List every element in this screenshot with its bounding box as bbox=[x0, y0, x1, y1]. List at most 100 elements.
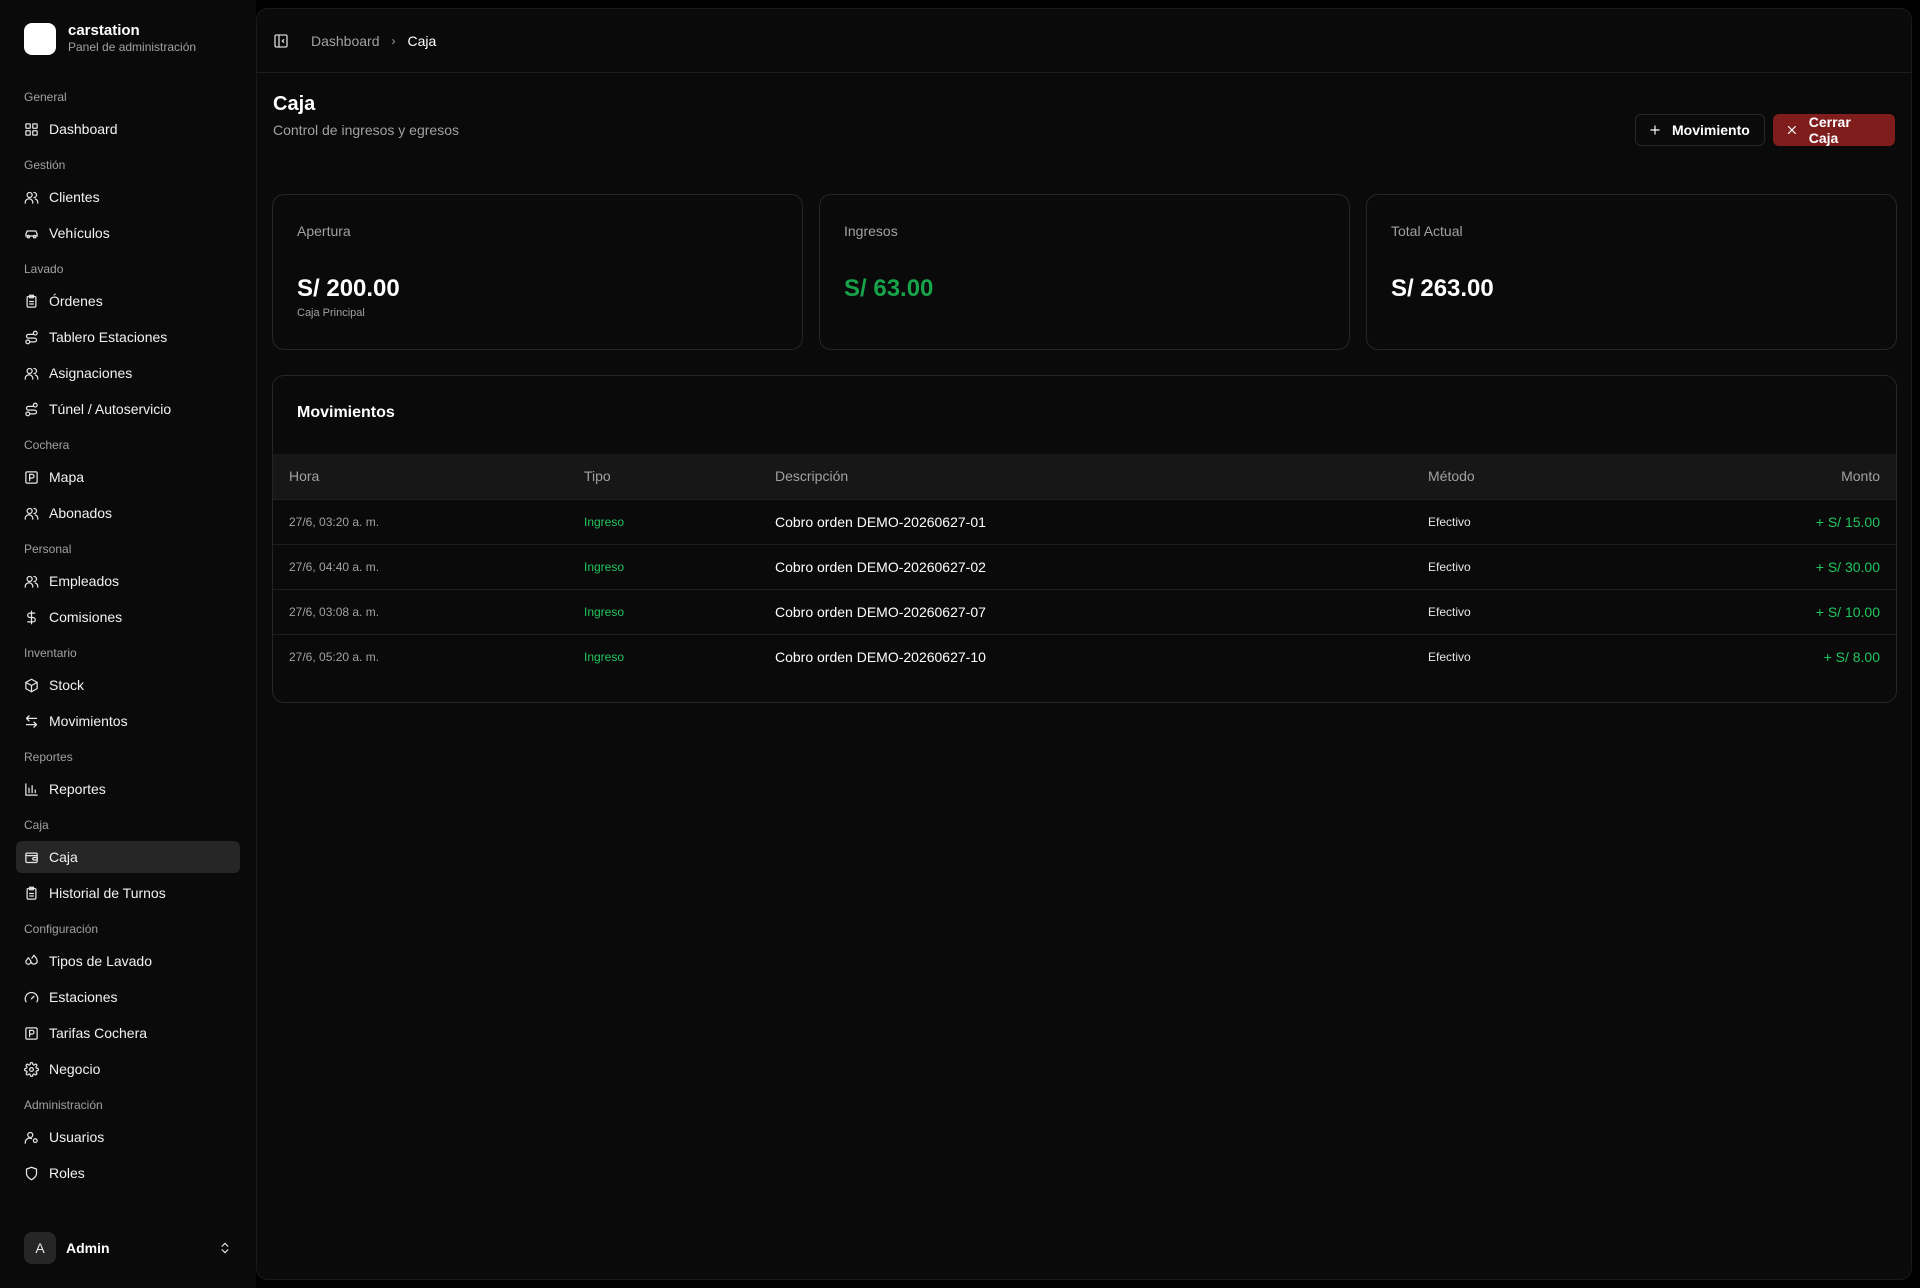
card-value: S/ 263.00 bbox=[1391, 275, 1494, 302]
sidebar-item-label: Asignaciones bbox=[49, 365, 133, 381]
sidebar-item-label: Negocio bbox=[49, 1061, 101, 1077]
cell-hora: 27/6, 04:40 a. m. bbox=[289, 559, 380, 574]
page-title: Caja bbox=[273, 93, 316, 115]
brand-name: carstation bbox=[68, 22, 140, 39]
car-icon bbox=[25, 229, 38, 238]
sidebar-item-tablero-estaciones[interactable]: Tablero Estaciones bbox=[16, 321, 240, 353]
movements-title: Movimientos bbox=[297, 404, 395, 421]
brand-logo bbox=[24, 22, 56, 55]
user-name: Admin bbox=[66, 1240, 110, 1256]
sidebar-group-administracion: Administración Usuarios Roles bbox=[16, 1089, 240, 1189]
droplets-icon bbox=[25, 954, 38, 965]
column-header-tipo: Tipo bbox=[584, 468, 611, 485]
sidebar-item-label: Historial de Turnos bbox=[49, 885, 166, 901]
sidebar-item-estaciones[interactable]: Estaciones bbox=[16, 981, 240, 1013]
clipboard-icon bbox=[26, 294, 37, 308]
table-row: 27/6, 05:20 a. m. Ingreso Cobro orden DE… bbox=[273, 634, 1896, 679]
cell-metodo: Efectivo bbox=[1428, 604, 1471, 619]
sidebar-item-movimientos[interactable]: Movimientos bbox=[16, 705, 240, 737]
arrows-icon bbox=[25, 714, 38, 728]
breadcrumb-current: Caja bbox=[407, 32, 437, 49]
chevrons-up-down-icon bbox=[221, 1242, 229, 1254]
cell-descripcion: Cobro orden DEMO-20260627-02 bbox=[775, 558, 986, 575]
sidebar-item-caja[interactable]: Caja bbox=[16, 841, 240, 873]
sidebar-item-label: Abonados bbox=[49, 505, 113, 521]
sidebar-group-label: Gestión bbox=[24, 158, 66, 172]
route-icon bbox=[25, 330, 38, 344]
add-movement-button[interactable]: Movimiento bbox=[1635, 114, 1765, 146]
column-header-descripcion: Descripción bbox=[775, 468, 849, 485]
sidebar-group-label: Configuración bbox=[24, 922, 99, 936]
sidebar-item-tarifas-cochera[interactable]: Tarifas Cochera bbox=[16, 1017, 240, 1049]
sidebar-item-comisiones[interactable]: Comisiones bbox=[16, 601, 240, 633]
user-menu[interactable]: A Admin bbox=[16, 1228, 240, 1268]
route-icon bbox=[25, 402, 38, 416]
sidebar-item-tipos-de-lavado[interactable]: Tipos de Lavado bbox=[16, 945, 240, 977]
users-icon bbox=[24, 575, 39, 588]
card-apertura: Apertura S/ 200.00 Caja Principal bbox=[272, 194, 803, 350]
sidebar-item-ordenes[interactable]: Órdenes bbox=[16, 285, 240, 317]
sidebar-item-stock[interactable]: Stock bbox=[16, 669, 240, 701]
card-label: Ingresos bbox=[844, 223, 898, 239]
sidebar-item-label: Movimientos bbox=[49, 713, 128, 729]
sidebar-nav: General Dashboard Gestión Clientes Vehículos… bbox=[16, 81, 240, 1189]
table-header-row: Hora Tipo Descripción Método Monto bbox=[273, 454, 1896, 499]
sidebar-item-reportes[interactable]: Reportes bbox=[16, 773, 240, 805]
cell-tipo: Ingreso bbox=[584, 649, 625, 664]
cell-hora: 27/6, 03:20 a. m. bbox=[289, 514, 380, 529]
chart-icon bbox=[25, 782, 38, 796]
clipboard-icon bbox=[26, 886, 37, 900]
breadcrumb: Dashboard › Caja bbox=[311, 33, 436, 49]
column-header-hora: Hora bbox=[289, 468, 320, 485]
sidebar-item-label: Tablero Estaciones bbox=[49, 329, 168, 345]
sidebar: carstation Panel de administración Gener… bbox=[0, 0, 256, 1288]
sidebar-group-label: Cochera bbox=[24, 438, 70, 452]
cell-monto: + S/ 30.00 bbox=[1815, 558, 1880, 575]
sidebar-group-label: Reportes bbox=[24, 750, 73, 764]
card-ingresos: Ingresos S/ 63.00 bbox=[819, 194, 1350, 350]
chevron-right-icon: › bbox=[391, 33, 396, 48]
sidebar-group-label: Lavado bbox=[24, 262, 64, 276]
avatar: A bbox=[24, 1232, 56, 1264]
brand[interactable]: carstation Panel de administración bbox=[24, 22, 232, 55]
sidebar-item-label: Dashboard bbox=[49, 121, 118, 137]
sidebar-group-label: Personal bbox=[24, 542, 72, 556]
package-icon bbox=[25, 678, 38, 692]
card-note: Caja Principal bbox=[297, 307, 365, 319]
breadcrumb-dashboard[interactable]: Dashboard bbox=[311, 33, 380, 49]
users-icon bbox=[24, 507, 39, 520]
card-label: Apertura bbox=[297, 223, 351, 239]
shield-icon bbox=[25, 1166, 38, 1180]
dashboard-icon bbox=[25, 122, 38, 136]
sidebar-toggle-icon[interactable] bbox=[273, 33, 289, 49]
plus-icon bbox=[1650, 125, 1660, 135]
column-header-monto: Monto bbox=[1841, 468, 1880, 485]
cell-tipo: Ingreso bbox=[584, 559, 625, 574]
sidebar-item-asignaciones[interactable]: Asignaciones bbox=[16, 357, 240, 389]
sidebar-item-mapa[interactable]: Mapa bbox=[16, 461, 240, 493]
sidebar-item-negocio[interactable]: Negocio bbox=[16, 1053, 240, 1085]
sidebar-item-usuarios[interactable]: Usuarios bbox=[16, 1121, 240, 1153]
sidebar-item-vehiculos[interactable]: Vehículos bbox=[16, 217, 240, 249]
close-icon bbox=[1787, 125, 1796, 135]
dollar-icon bbox=[27, 610, 36, 624]
gear-icon bbox=[24, 1061, 39, 1077]
parking-icon bbox=[25, 1026, 38, 1040]
sidebar-item-label: Tarifas Cochera bbox=[49, 1025, 148, 1041]
sidebar-item-clientes[interactable]: Clientes bbox=[16, 181, 240, 213]
user-cog-icon bbox=[24, 1131, 38, 1144]
cell-monto: + S/ 15.00 bbox=[1815, 513, 1880, 530]
sidebar-item-empleados[interactable]: Empleados bbox=[16, 565, 240, 597]
sidebar-item-tunel-autoservicio[interactable]: Túnel / Autoservicio bbox=[16, 393, 240, 425]
cell-monto: + S/ 10.00 bbox=[1815, 603, 1880, 620]
sidebar-item-label: Caja bbox=[49, 849, 78, 865]
sidebar-group-reportes: Reportes Reportes bbox=[16, 741, 240, 805]
sidebar-item-dashboard[interactable]: Dashboard bbox=[16, 113, 240, 145]
sidebar-item-roles[interactable]: Roles bbox=[16, 1157, 240, 1189]
close-register-button[interactable]: Cerrar Caja bbox=[1773, 114, 1895, 146]
sidebar-item-abonados[interactable]: Abonados bbox=[16, 497, 240, 529]
sidebar-group-label: General bbox=[24, 90, 67, 104]
sidebar-item-historial-de-turnos[interactable]: Historial de Turnos bbox=[16, 877, 240, 909]
column-header-metodo: Método bbox=[1428, 468, 1475, 485]
sidebar-item-label: Stock bbox=[49, 677, 85, 693]
